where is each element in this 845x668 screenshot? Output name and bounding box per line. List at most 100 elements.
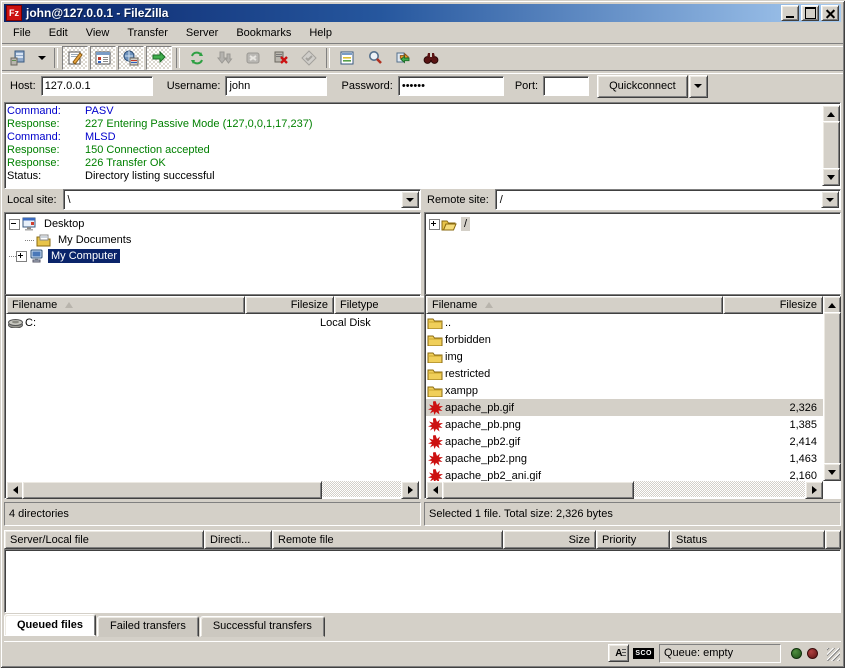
tree-item-root[interactable]: / xyxy=(429,216,838,232)
maximize-button[interactable] xyxy=(801,5,819,21)
scroll-up-icon[interactable] xyxy=(827,112,835,117)
column-header-size[interactable]: Size xyxy=(503,530,596,549)
port-input[interactable] xyxy=(543,76,589,96)
scroll-thumb[interactable] xyxy=(22,481,322,499)
scroll-thumb[interactable] xyxy=(823,312,841,465)
column-header-filesize[interactable]: Filesize xyxy=(723,296,823,314)
minimize-icon xyxy=(786,16,794,18)
menu-server[interactable]: Server xyxy=(177,25,227,41)
scroll-thumb[interactable] xyxy=(822,121,840,170)
scroll-up-icon[interactable] xyxy=(828,303,836,308)
column-header-filename[interactable]: Filename xyxy=(426,296,723,314)
scroll-left-icon[interactable] xyxy=(433,486,438,494)
remote-site-dropdown-button[interactable] xyxy=(821,191,839,208)
column-header-remote-file[interactable]: Remote file xyxy=(272,530,503,549)
remote-file-row[interactable]: xampp xyxy=(426,382,823,399)
resize-grip[interactable] xyxy=(827,648,840,661)
find-files-button[interactable] xyxy=(418,46,444,70)
scroll-left-icon[interactable] xyxy=(13,486,18,494)
column-header-status[interactable]: Status xyxy=(670,530,825,549)
password-input[interactable] xyxy=(398,76,504,96)
menu-edit[interactable]: Edit xyxy=(40,25,77,41)
scroll-thumb[interactable] xyxy=(442,481,634,499)
cancel-operation-button[interactable] xyxy=(240,46,266,70)
remote-file-row[interactable]: apache_pb2.png 1,463 xyxy=(426,450,823,467)
remote-file-row[interactable]: restricted xyxy=(426,365,823,382)
site-manager-button[interactable] xyxy=(5,46,31,70)
column-header-server-local-file[interactable]: Server/Local file xyxy=(4,530,204,549)
scroll-right-icon[interactable] xyxy=(408,486,413,494)
disconnect-button[interactable] xyxy=(268,46,294,70)
reconnect-button[interactable] xyxy=(296,46,322,70)
folder-icon xyxy=(427,333,443,347)
scroll-right-icon[interactable] xyxy=(812,486,817,494)
menu-view[interactable]: View xyxy=(77,25,119,41)
username-input[interactable] xyxy=(225,76,327,96)
chevron-down-icon xyxy=(826,198,834,202)
tab-failed-transfers[interactable]: Failed transfers xyxy=(97,616,199,637)
directory-comparison-button[interactable] xyxy=(390,46,416,70)
column-header-priority[interactable]: Priority xyxy=(596,530,670,549)
local-horizontal-scrollbar[interactable] xyxy=(6,481,419,497)
remote-file-row[interactable]: apache_pb2.gif 2,414 xyxy=(426,433,823,450)
tab-successful-transfers[interactable]: Successful transfers xyxy=(200,616,325,637)
speed-badge-icon[interactable]: SCO xyxy=(633,648,654,659)
log-scrollbar[interactable] xyxy=(822,105,838,186)
selected-tree-item[interactable]: My Computer xyxy=(48,249,120,263)
tab-queued-files[interactable]: Queued files xyxy=(4,614,96,636)
toggle-remote-tree-button[interactable] xyxy=(118,46,144,70)
expand-icon[interactable] xyxy=(429,219,440,230)
title-bar[interactable]: Fz john@127.0.0.1 - FileZilla xyxy=(4,4,841,22)
process-queue-button[interactable] xyxy=(212,46,238,70)
collapse-icon[interactable] xyxy=(9,219,20,230)
queue-body[interactable] xyxy=(4,549,841,613)
directory-listing-filters-button[interactable] xyxy=(334,46,360,70)
close-button[interactable] xyxy=(821,5,839,21)
local-list-body[interactable]: C: Local Disk xyxy=(6,314,419,481)
local-site-combobox[interactable]: \ xyxy=(63,189,421,210)
remote-file-row[interactable]: forbidden xyxy=(426,331,823,348)
remote-site-combobox[interactable]: / xyxy=(495,189,841,210)
toggle-local-tree-button[interactable] xyxy=(90,46,116,70)
menu-transfer[interactable]: Transfer xyxy=(118,25,177,41)
menu-file[interactable]: File xyxy=(4,25,40,41)
toolbar-separator xyxy=(176,48,180,68)
local-tree[interactable]: Desktop My Documents My Computer xyxy=(4,212,421,297)
remote-tree[interactable]: / xyxy=(424,212,841,297)
remote-pane: Remote site: / / Filename xyxy=(424,189,841,527)
remote-file-row[interactable]: apache_pb2_ani.gif 2,160 xyxy=(426,467,823,481)
column-header-filesize[interactable]: Filesize xyxy=(245,296,334,314)
toggle-transfer-queue-button[interactable] xyxy=(146,46,172,70)
column-header-direction[interactable]: Directi... xyxy=(204,530,272,549)
remote-horizontal-scrollbar[interactable] xyxy=(426,481,823,497)
site-manager-dropdown-button[interactable] xyxy=(33,46,50,70)
tree-item-desktop[interactable]: Desktop xyxy=(9,216,418,232)
remote-file-row[interactable]: apache_pb.png 1,385 xyxy=(426,416,823,433)
remote-vertical-scrollbar[interactable] xyxy=(823,296,839,481)
column-header-filename[interactable]: Filename xyxy=(6,296,245,314)
scroll-down-icon[interactable] xyxy=(827,175,835,180)
tree-item-my-computer[interactable]: My Computer xyxy=(9,248,418,264)
tree-item-my-documents[interactable]: My Documents xyxy=(9,232,418,248)
remote-file-row-selected[interactable]: apache_pb.gif 2,326 xyxy=(426,399,823,416)
file-search-button[interactable] xyxy=(362,46,388,70)
local-file-row-c-drive[interactable]: C: Local Disk xyxy=(6,314,419,331)
refresh-button[interactable] xyxy=(184,46,210,70)
remote-list-body[interactable]: .. forbidden img restricted xyxy=(426,314,823,481)
transfer-queue: Server/Local file Directi... Remote file… xyxy=(4,530,841,613)
toggle-message-log-button[interactable] xyxy=(62,46,88,70)
quickconnect-dropdown-button[interactable] xyxy=(689,75,708,98)
image-file-icon xyxy=(427,452,443,466)
remote-file-row[interactable]: img xyxy=(426,348,823,365)
local-site-dropdown-button[interactable] xyxy=(401,191,419,208)
scroll-down-icon[interactable] xyxy=(828,470,836,475)
transfer-type-icon[interactable]: A xyxy=(608,644,629,662)
menu-help[interactable]: Help xyxy=(300,25,341,41)
chevron-down-icon xyxy=(38,56,46,60)
expand-icon[interactable] xyxy=(16,251,27,262)
host-input[interactable] xyxy=(41,76,153,96)
minimize-button[interactable] xyxy=(781,5,799,21)
remote-file-row[interactable]: .. xyxy=(426,314,823,331)
menu-bookmarks[interactable]: Bookmarks xyxy=(227,25,300,41)
quickconnect-button[interactable]: Quickconnect xyxy=(597,75,688,98)
